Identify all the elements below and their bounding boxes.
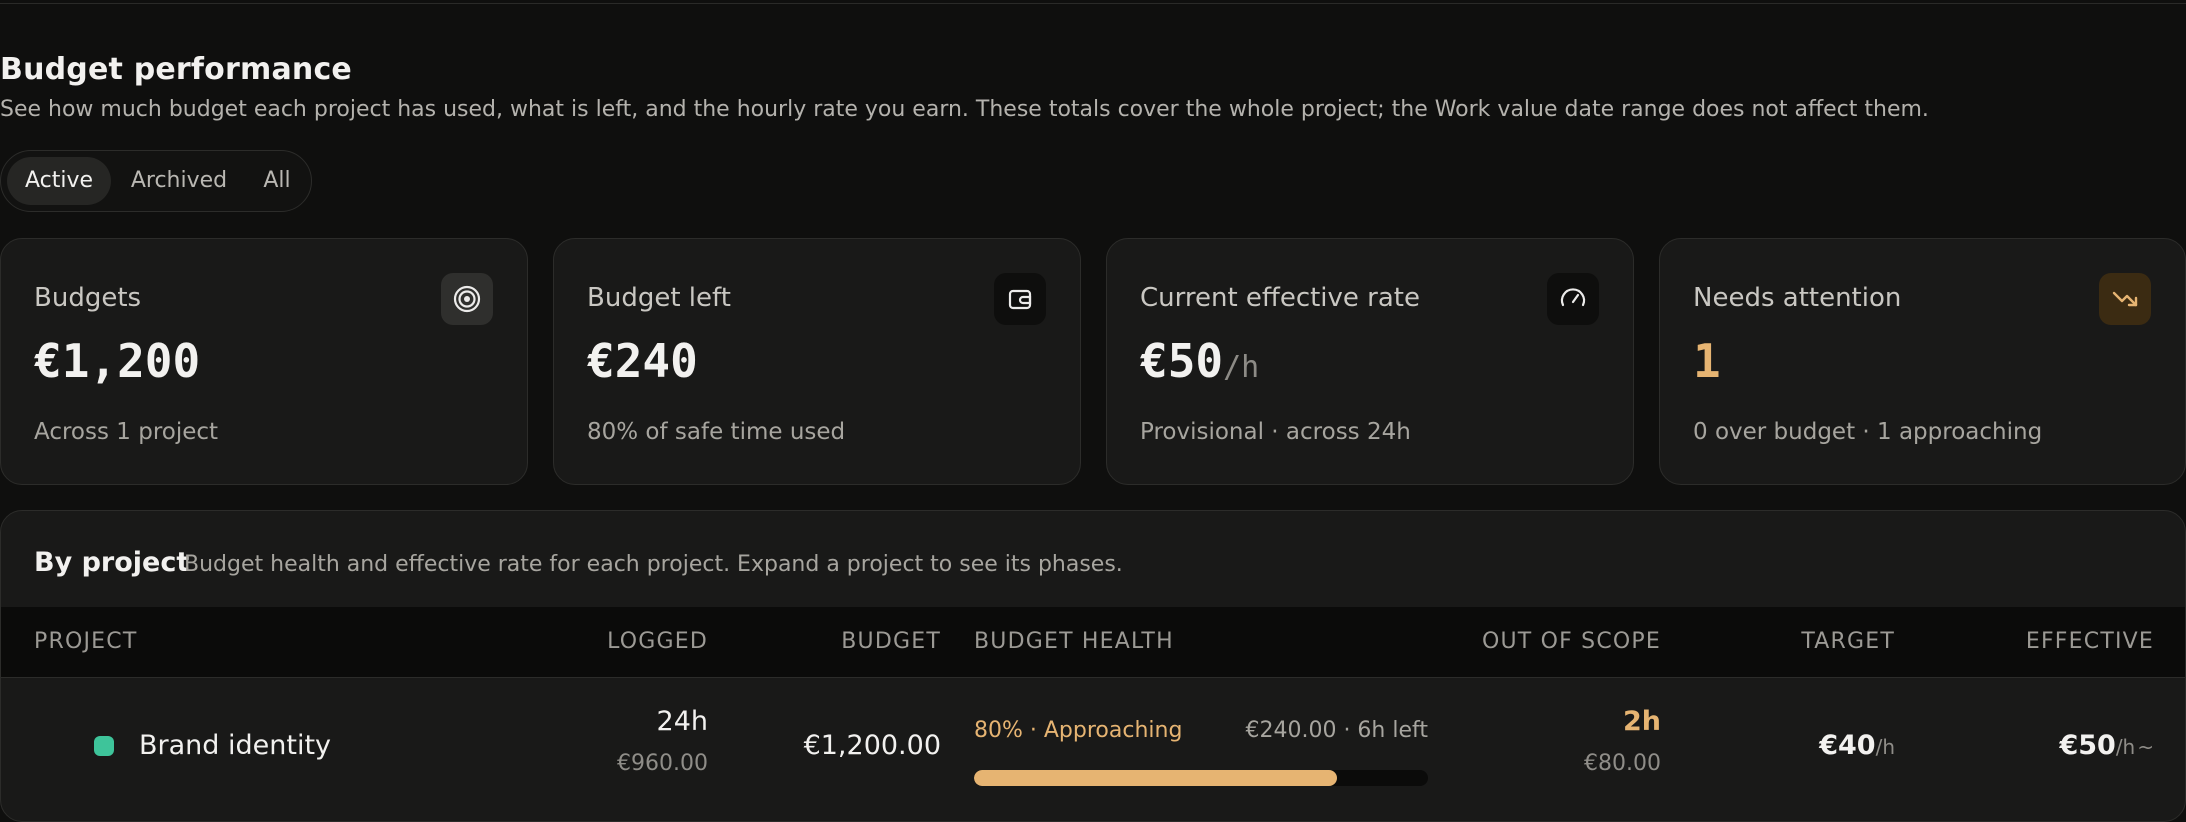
target-rate: €40/h xyxy=(1819,730,1895,761)
card-value: €50/h xyxy=(1140,334,1260,388)
col-logged[interactable]: LOGGED xyxy=(508,607,708,677)
budgets-card: Budgets €1,200 Across 1 project xyxy=(0,238,528,485)
table-row[interactable]: Brand identity 24h €960.00 €1,200.00 80%… xyxy=(1,678,2185,808)
col-budget-health[interactable]: BUDGET HEALTH xyxy=(974,607,1174,677)
card-sub: Provisional · across 24h xyxy=(1140,419,1411,445)
card-value: €240 xyxy=(587,334,698,388)
needs-attention-card: Needs attention 1 0 over budget · 1 appr… xyxy=(1659,238,2186,485)
target-icon xyxy=(441,273,493,325)
card-sub: 80% of safe time used xyxy=(587,419,846,445)
budget-value: €1,200.00 xyxy=(803,730,941,761)
card-label: Needs attention xyxy=(1693,283,1902,313)
wallet-icon xyxy=(994,273,1046,325)
rate-unit: /h xyxy=(1223,350,1260,385)
budget-health-bar xyxy=(974,770,1428,786)
col-effective[interactable]: EFFECTIVE xyxy=(1954,607,2154,677)
by-project-panel: By project Budget health and effective r… xyxy=(0,510,2186,822)
filter-archived[interactable]: Archived xyxy=(115,157,243,205)
col-project[interactable]: PROJECT xyxy=(34,607,137,677)
panel-title: By project xyxy=(34,547,190,578)
card-sub: Across 1 project xyxy=(34,419,219,445)
provisional-marker: ~ xyxy=(2137,735,2154,759)
card-label: Budget left xyxy=(587,283,731,313)
card-label: Current effective rate xyxy=(1140,283,1420,313)
panel-description: Budget health and effective rate for eac… xyxy=(184,552,1123,577)
oos-value: €80.00 xyxy=(1584,751,1661,776)
section-subtitle: See how much budget each project has use… xyxy=(0,97,1929,122)
col-budget[interactable]: BUDGET xyxy=(741,607,941,677)
effective-rate-card: Current effective rate €50/h Provisional… xyxy=(1106,238,1634,485)
filter-active[interactable]: Active xyxy=(7,157,111,205)
card-sub: 0 over budget · 1 approaching xyxy=(1693,419,2043,445)
status-dot xyxy=(94,736,114,756)
section-title: Budget performance xyxy=(0,52,352,87)
filter-all[interactable]: All xyxy=(247,157,307,205)
oos-hours: 2h xyxy=(1622,706,1661,737)
card-value: €1,200 xyxy=(34,334,201,388)
card-value: 1 xyxy=(1693,334,1721,388)
col-out-of-scope[interactable]: OUT OF SCOPE xyxy=(1361,607,1661,677)
project-name[interactable]: Brand identity xyxy=(139,730,331,761)
top-divider xyxy=(0,3,2186,4)
table-header: PROJECT LOGGED BUDGET BUDGET HEALTH OUT … xyxy=(1,607,2185,678)
status-filter: Active Archived All xyxy=(0,150,312,212)
target-unit: /h xyxy=(1875,735,1895,759)
card-label: Budgets xyxy=(34,283,142,313)
logged-value: €960.00 xyxy=(617,751,708,776)
gauge-icon xyxy=(1547,273,1599,325)
budget-left-card: Budget left €240 80% of safe time used xyxy=(553,238,1081,485)
budget-health-fill xyxy=(974,770,1338,786)
logged-hours: 24h xyxy=(656,706,708,737)
effective-rate: €50/h ~ xyxy=(2059,730,2154,761)
effective-unit: /h xyxy=(2115,735,2136,759)
col-target[interactable]: TARGET xyxy=(1695,607,1895,677)
trending-down-icon xyxy=(2099,273,2151,325)
